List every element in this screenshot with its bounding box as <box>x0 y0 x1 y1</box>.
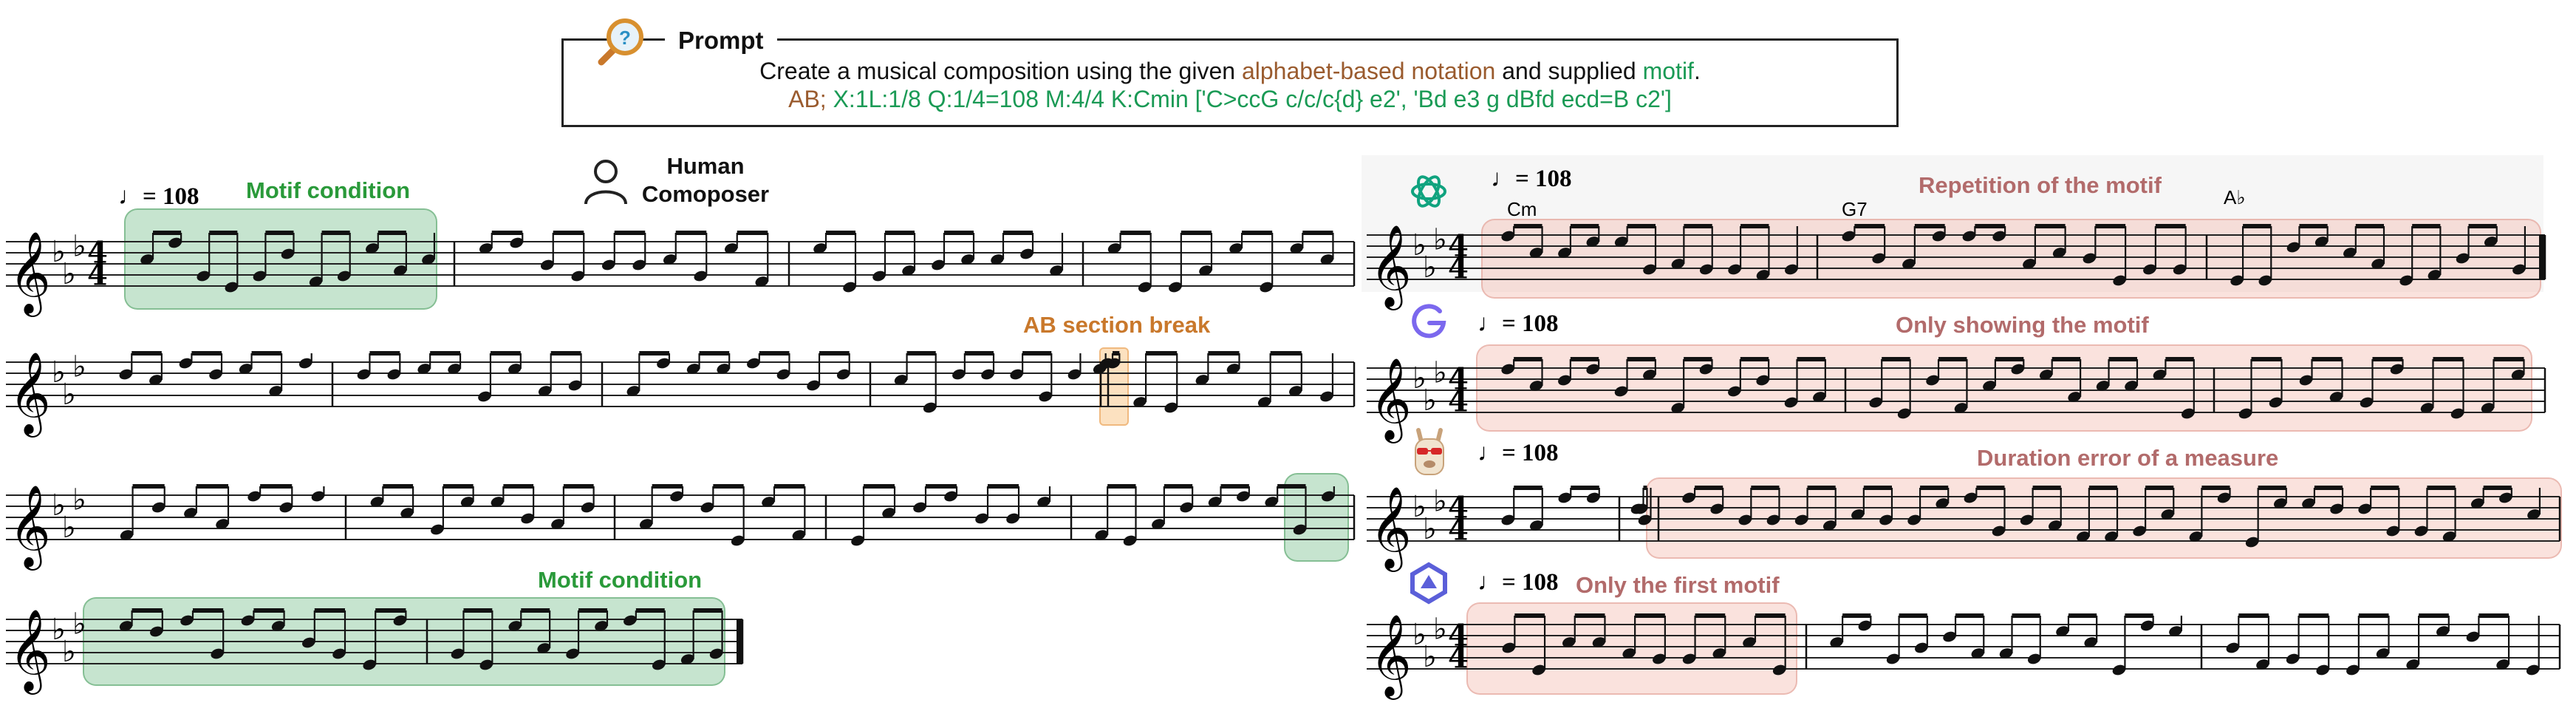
svg-text:𝄞: 𝄞 <box>9 484 51 571</box>
svg-text:♭: ♭ <box>1433 356 1447 390</box>
svg-text:♭: ♭ <box>72 230 86 264</box>
music-score: 𝄞 ♭♭♭ 44𝄞 ♭♭♭𝄞 ♭♭♭𝄞 ♭♭♭𝄞 ♭♭♭ 44𝄞 ♭♭♭ 44𝄞 ♭♭♭ 44𝄞 ♭♭♭… <box>6 223 2561 700</box>
svg-text:4: 4 <box>1448 384 1469 419</box>
svg-text:𝄞: 𝄞 <box>9 231 51 317</box>
svg-text:4: 4 <box>87 258 108 293</box>
svg-text:♭: ♭ <box>1433 223 1447 257</box>
staff-human-3: 𝄞 ♭♭♭ <box>6 483 1356 571</box>
svg-text:♭: ♭ <box>1433 485 1447 519</box>
svg-text:𝄞: 𝄞 <box>1370 486 1412 572</box>
staff-human-1: 𝄞 ♭♭♭ 44 <box>6 230 1356 317</box>
svg-text:♭: ♭ <box>72 483 86 517</box>
staff-openai: 𝄞 ♭♭♭ 44 <box>1367 223 2546 310</box>
staff-human-2: 𝄞 ♭♭♭ <box>6 350 1356 438</box>
staff-human-4: 𝄞 ♭♭♭ <box>6 608 744 695</box>
svg-text:♭: ♭ <box>1433 613 1447 647</box>
svg-text:𝄞: 𝄞 <box>9 608 51 695</box>
staff-llama: 𝄞 ♭♭♭ 44 <box>1367 485 2561 572</box>
svg-text:♭: ♭ <box>72 350 86 384</box>
staff-gemini: 𝄞 ♭♭♭ 44 <box>1367 356 2546 443</box>
svg-text:4: 4 <box>1448 251 1469 286</box>
svg-text:♭: ♭ <box>72 608 86 642</box>
svg-text:𝄞: 𝄞 <box>1370 224 1412 310</box>
svg-text:4: 4 <box>1448 513 1469 548</box>
staff-claude: 𝄞 ♭♭♭ 44 <box>1367 613 2561 700</box>
svg-text:𝄞: 𝄞 <box>9 351 51 438</box>
svg-text:4: 4 <box>1448 641 1469 676</box>
svg-text:𝄞: 𝄞 <box>1370 357 1412 443</box>
svg-text:𝄞: 𝄞 <box>1370 613 1412 700</box>
